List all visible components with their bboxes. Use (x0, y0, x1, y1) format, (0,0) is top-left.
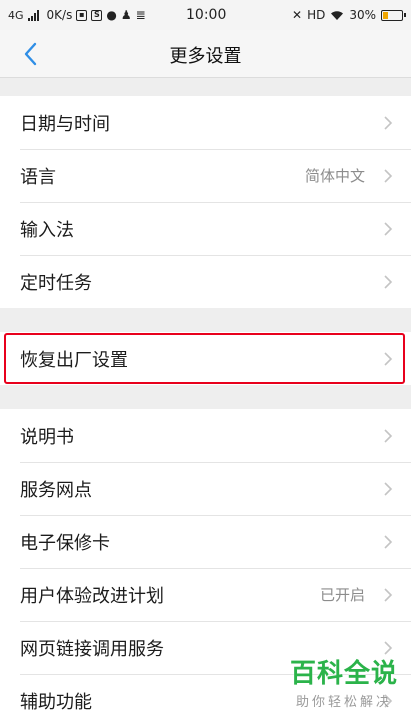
settings-item-input-method[interactable]: 输入法 (0, 202, 411, 255)
battery-icon (381, 9, 406, 21)
settings-item-label: 恢复出厂设置 (20, 349, 128, 371)
settings-item-value: 简体中文 (304, 167, 365, 185)
settings-group-general: 日期与时间 语言 简体中文 输入法 定时任务 (0, 96, 411, 308)
settings-item-factory-reset[interactable]: 恢复出厂设置 (0, 332, 411, 385)
clock: 10:00 (186, 7, 227, 23)
settings-item-label: 网页链接调用服务 (20, 638, 164, 660)
status-left: 4G 0K/s ▪ S ● ♟ ≣ (8, 8, 146, 22)
settings-item-label: 服务网点 (20, 479, 92, 501)
watermark-title: 百科全说 (289, 659, 398, 689)
settings-item-date-time[interactable]: 日期与时间 (0, 96, 411, 149)
settings-item-language[interactable]: 语言 简体中文 (0, 149, 411, 202)
watermark: 百科全说 助你轻松解决 (283, 659, 405, 710)
settings-item-value: 已开启 (319, 586, 365, 604)
settings-item-label: 电子保修卡 (20, 532, 110, 554)
notification-icon: ♟ (120, 8, 132, 22)
settings-item-warranty-card[interactable]: 电子保修卡 (0, 515, 411, 568)
settings-item-label: 日期与时间 (20, 113, 110, 135)
data-saver-icon: ▪ (76, 9, 88, 21)
chevron-right-icon (384, 222, 393, 236)
network-speed: 0K/s (46, 8, 73, 22)
storage-icon: ≣ (135, 8, 146, 22)
chevron-right-icon (384, 116, 393, 130)
chevron-right-icon (384, 535, 393, 549)
settings-item-scheduled-tasks[interactable]: 定时任务 (0, 255, 411, 308)
status-bar: 4G 0K/s ▪ S ● ♟ ≣ 10:00 ✕ HD 30% (0, 0, 411, 30)
chevron-right-icon (384, 275, 393, 289)
chevron-right-icon (384, 482, 393, 496)
settings-group-reset: 恢复出厂设置 (0, 332, 411, 385)
settings-item-label: 说明书 (20, 426, 74, 448)
chevron-right-icon (384, 169, 393, 183)
chat-icon: ● (106, 8, 117, 22)
status-right: ✕ HD 30% (292, 8, 406, 22)
chevron-right-icon (384, 588, 393, 602)
settings-item-service-outlets[interactable]: 服务网点 (0, 462, 411, 515)
battery-percent: 30% (349, 8, 376, 22)
settings-item-label: 辅助功能 (20, 691, 92, 713)
mute-icon: ✕ (292, 8, 303, 22)
hd-label: HD (307, 8, 326, 22)
settings-item-manual[interactable]: 说明书 (0, 409, 411, 462)
chevron-right-icon (384, 641, 393, 655)
chevron-right-icon (384, 352, 393, 366)
sync-icon: S (91, 9, 103, 21)
settings-item-label: 输入法 (20, 219, 74, 241)
nav-bar: 更多设置 (0, 30, 411, 78)
signal-icon (27, 9, 39, 21)
settings-item-label: 用户体验改进计划 (20, 585, 164, 607)
settings-item-user-experience[interactable]: 用户体验改进计划 已开启 (0, 568, 411, 621)
chevron-right-icon (384, 429, 393, 443)
watermark-subtitle: 助你轻松解决 (295, 695, 392, 710)
wifi-icon (331, 10, 344, 20)
page-title: 更多设置 (169, 46, 242, 67)
settings-item-label: 定时任务 (20, 272, 92, 294)
network-type: 4G (8, 8, 24, 22)
battery-fill (383, 11, 389, 19)
settings-item-label: 语言 (20, 166, 56, 188)
